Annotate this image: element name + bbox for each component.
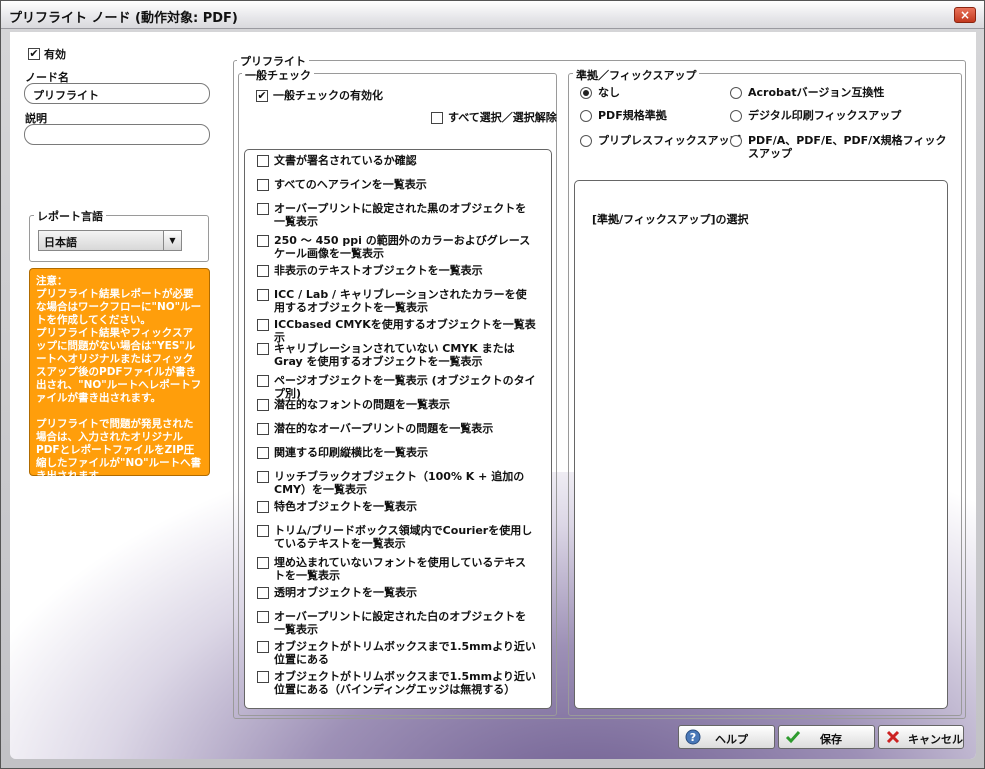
note-box: 注意： プリフライト結果レポートが必要な場合はワークフローに"NO"ルートを作成… [29,268,210,482]
check-item-checkbox[interactable] [257,203,269,215]
check-item-checkbox[interactable] [257,587,269,599]
cross-icon [886,730,900,744]
check-item-label: 埋め込まれていないフォントを使用しているテキストを一覧表示 [274,556,527,582]
check-item-checkbox[interactable] [257,179,269,191]
fixup-label-prepress: プリプレスフィックスアップ [598,134,741,147]
fixup-radio-digital[interactable] [730,110,742,122]
check-item-label: 透明オブジェクトを一覧表示 [274,586,417,599]
save-button[interactable]: 保存 [778,725,875,749]
check-item-label: ICC / Lab / キャリブレーションされたカラーを使用するオブジェクトを一… [274,288,527,314]
check-item-label: リッチブラックオブジェクト（100% K + 追加のCMY）を一覧表示 [274,470,525,496]
check-item-label: キャリブレーションされていない CMYK または Gray を使用するオブジェク… [274,342,515,368]
enabled-checkbox[interactable]: ✔ [28,48,40,60]
fixup-radio-none[interactable] [580,87,592,99]
check-item-label: オブジェクトがトリムボックスまで1.5mmより近い位置にある（バインディングエッ… [274,670,536,696]
check-item-label: オーバープリントに設定された白のオブジェクトを一覧表示 [274,610,527,636]
checkmark-icon [785,731,801,744]
general-check-list: 文書が署名されているか確認 すべてのヘアラインを一覧表示オーバープリントに設定され… [244,149,552,709]
svg-text:?: ? [690,731,696,744]
report-language-title: レポート言語 [34,208,106,224]
check-item-checkbox[interactable] [257,447,269,459]
check-item-checkbox[interactable] [257,343,269,355]
check-item-checkbox[interactable] [257,611,269,623]
check-item-checkbox[interactable] [257,289,269,301]
fixup-label-acrobat: Acrobatバージョン互換性 [748,86,885,99]
report-language-select[interactable]: 日本語 ▼ [38,230,182,251]
check-item-label: オーバープリントに設定された黒のオブジェクトを一覧表示 [274,202,527,228]
dialog-body: ✔ 有効 ノード名 プリフライト 説明 レポート言語 日本語 ▼ 注意： プリフ… [10,32,976,759]
cancel-label: キャンセル [908,733,963,746]
fixup-label-digital: デジタル印刷フィックスアップ [748,109,902,122]
node-name-input[interactable]: プリフライト [24,83,210,104]
check-item-label: 非表示のテキストオブジェクトを一覧表示 [274,264,483,277]
help-icon: ? [685,729,701,745]
fixup-detail-panel: [準拠/フィックスアップ]の選択 [574,180,948,709]
check-item-checkbox[interactable] [257,319,269,331]
help-button[interactable]: ? ヘルプ [678,725,775,749]
check-item-checkbox[interactable] [257,641,269,653]
enable-general-check-checkbox[interactable]: ✔ [256,90,268,102]
check-item-label: 関連する印刷縦横比を一覧表示 [274,446,428,459]
check-item-label: トリム/ブリードボックス領域内でCourierを使用しているテキストを一覧表示 [274,524,533,550]
check-item-checkbox[interactable] [257,235,269,247]
check-item-label: 文書が署名されているか確認 [274,154,417,167]
check-item-checkbox[interactable] [257,423,269,435]
fixup-label-none: なし [598,86,620,99]
check-item-checkbox[interactable] [257,399,269,411]
window-title: プリフライト ノード (動作対象: PDF) [9,11,238,26]
check-item-checkbox[interactable] [257,501,269,513]
fixup-radio-pdf-standard[interactable] [580,110,592,122]
save-label: 保存 [820,733,842,746]
check-item-label: ICCbased CMYKを使用するオブジェクトを一覧表示 [274,318,536,344]
check-item-checkbox[interactable] [257,525,269,537]
check-item-label: すべてのヘアラインを一覧表示 [274,178,427,191]
select-all-checkbox[interactable] [431,112,443,124]
check-item-checkbox[interactable] [257,671,269,683]
general-check-title: 一般チェック [242,67,314,83]
check-item-label: オブジェクトがトリムボックスまで1.5mmより近い位置にある [274,640,536,666]
check-item-label: 特色オブジェクトを一覧表示 [274,500,417,513]
fixup-label-pdf-standard: PDF規格準拠 [598,109,667,122]
check-item-checkbox[interactable] [257,471,269,483]
check-item-checkbox[interactable] [257,557,269,569]
report-language-value: 日本語 [44,236,77,249]
fixup-radio-pdfx[interactable] [730,135,742,147]
node-name-value: プリフライト [33,89,99,102]
description-input[interactable] [24,124,210,145]
fixup-panel-text: [準拠/フィックスアップ]の選択 [592,213,749,226]
select-all-label: すべて選択／選択解除 [448,111,557,124]
enabled-label: 有効 [44,48,66,61]
preflight-dialog: プリフライト ノード (動作対象: PDF) × ✔ 有効 ノード名 プリフライ… [0,0,985,769]
check-item-checkbox[interactable] [257,155,269,167]
check-item-checkbox[interactable] [257,375,269,387]
chevron-down-icon[interactable]: ▼ [163,231,181,250]
check-item-label: ページオブジェクトを一覧表示 (オブジェクトのタイプ別) [274,374,536,400]
title-bar[interactable]: プリフライト ノード (動作対象: PDF) × [1,1,984,29]
check-item-label: 250 ～ 450 ppi の範囲外のカラーおよびグレースケール画像を一覧表示 [274,234,531,260]
enable-general-check-label: 一般チェックの有効化 [273,89,383,102]
check-item-checkbox[interactable] [257,265,269,277]
fixup-radio-acrobat[interactable] [730,87,742,99]
close-button[interactable]: × [954,7,976,23]
fixup-radio-prepress[interactable] [580,135,592,147]
check-item-label: 潜在的なフォントの問題を一覧表示 [274,398,450,411]
fixup-label-pdfx: PDF/A、PDF/E、PDF/X規格フィックスアップ [748,134,947,160]
fixup-title: 準拠／フィックスアップ [573,67,700,83]
cancel-button[interactable]: キャンセル [878,725,964,749]
check-item-label: 潜在的なオーバープリントの問題を一覧表示 [274,422,494,435]
help-label: ヘルプ [715,733,748,746]
